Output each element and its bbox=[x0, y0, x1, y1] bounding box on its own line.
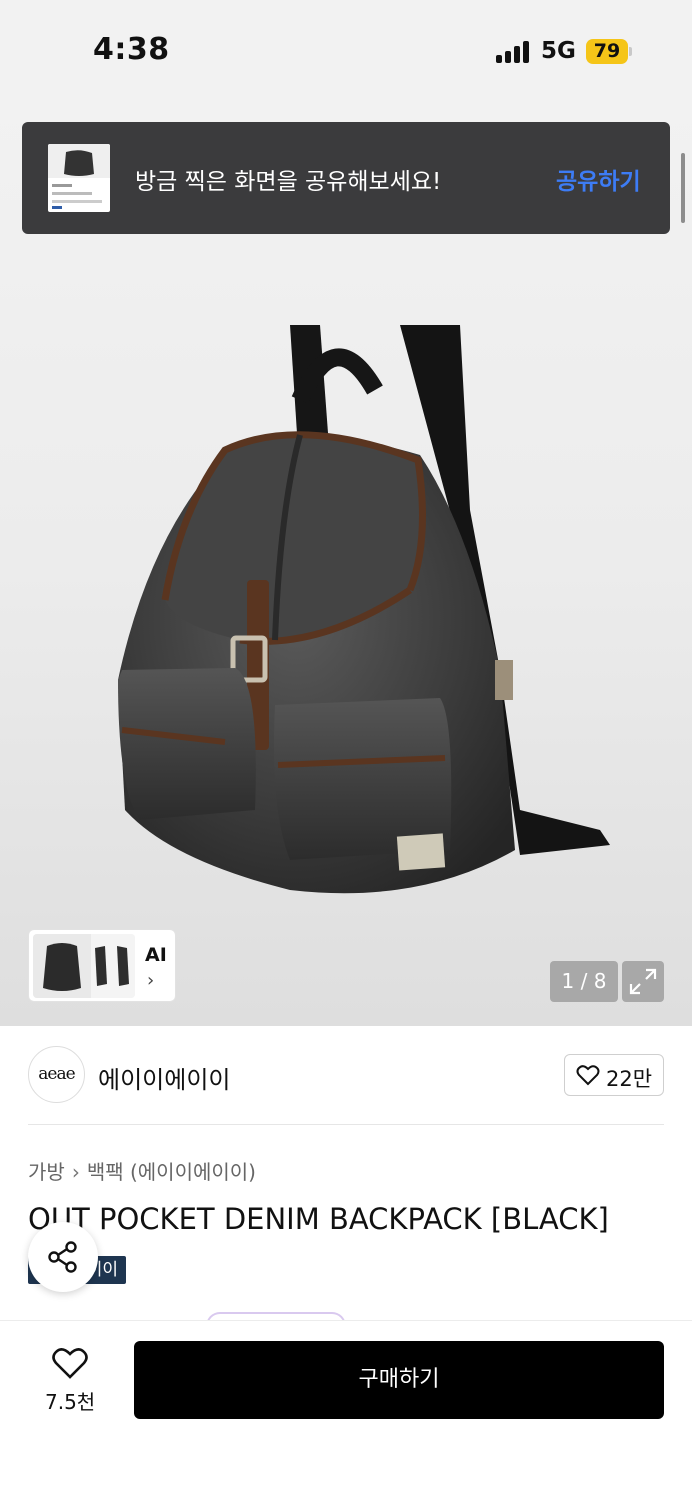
divider bbox=[28, 1124, 664, 1125]
share-now-button[interactable]: 공유하기 bbox=[556, 162, 641, 196]
heart-icon bbox=[576, 1065, 600, 1086]
share-toast: 방금 찍은 화면을 공유해보세요! 공유하기 bbox=[22, 122, 670, 234]
status-bar: 4:38 5G 79 bbox=[0, 0, 692, 100]
battery-icon: 79 bbox=[586, 39, 632, 64]
brand-like-button[interactable]: 22만 bbox=[564, 1054, 664, 1096]
product-title: OUT POCKET DENIM BACKPACK [BLACK] bbox=[28, 1202, 609, 1236]
ai-thumbnail-card[interactable]: AI › bbox=[28, 929, 176, 1002]
toast-message: 방금 찍은 화면을 공유해보세요! bbox=[135, 169, 442, 195]
buy-button[interactable]: 구매하기 bbox=[134, 1341, 664, 1419]
battery-level: 79 bbox=[593, 40, 621, 62]
signal-icon bbox=[496, 41, 532, 63]
breadcrumb-subcategory[interactable]: 백팩 (에이이에이이) bbox=[87, 1160, 256, 1184]
product-image bbox=[118, 325, 610, 894]
scroll-indicator[interactable] bbox=[681, 153, 685, 223]
breadcrumb-category[interactable]: 가방 bbox=[28, 1160, 65, 1184]
thumbnail-image bbox=[33, 934, 135, 998]
network-label: 5G bbox=[541, 38, 576, 64]
heart-icon[interactable] bbox=[51, 1346, 89, 1380]
status-time: 4:38 bbox=[93, 32, 170, 67]
expand-icon[interactable] bbox=[622, 961, 664, 1002]
breadcrumb: 가방 › 백팩 (에이이에이이) bbox=[28, 1156, 256, 1185]
brand-like-count: 22만 bbox=[606, 1067, 653, 1091]
image-page-counter: 1 / 8 bbox=[550, 961, 618, 1002]
product-like-count: 7.5천 bbox=[45, 1390, 96, 1414]
ai-label: AI bbox=[145, 944, 167, 966]
brand-logo[interactable]: aeae bbox=[28, 1046, 85, 1103]
chevron-right-icon: › bbox=[147, 970, 155, 991]
share-icon bbox=[48, 1241, 77, 1273]
screenshot-thumbnail bbox=[48, 144, 110, 212]
brand-name[interactable]: 에이이에이이 bbox=[98, 1060, 230, 1095]
chevron-right-icon: › bbox=[71, 1160, 80, 1184]
share-button[interactable] bbox=[28, 1222, 98, 1292]
